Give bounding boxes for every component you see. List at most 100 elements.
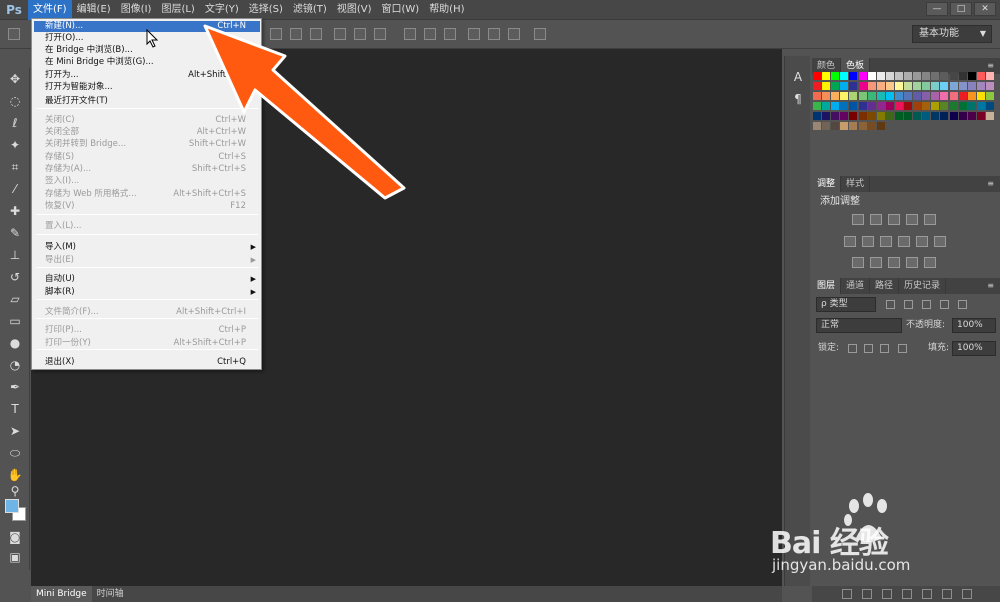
minimize-button[interactable]: — — [926, 2, 948, 16]
color-swatch[interactable] — [904, 92, 912, 100]
color-swatch[interactable] — [976, 82, 985, 90]
distribute-vcenter-icon[interactable] — [424, 28, 436, 40]
color-swatch[interactable] — [931, 72, 940, 80]
eyedropper-tool-icon[interactable]: ⁄ — [6, 180, 24, 198]
tab-timeline[interactable]: 时间轴 — [92, 586, 129, 602]
exposure-icon[interactable] — [906, 214, 918, 225]
color-swatch[interactable] — [840, 122, 849, 130]
color-swatch[interactable] — [940, 82, 949, 90]
selective-color-icon[interactable] — [924, 257, 936, 268]
opacity-field[interactable]: 100% — [952, 318, 996, 333]
color-swatch[interactable] — [813, 92, 821, 100]
crop-tool-icon[interactable]: ⌗ — [6, 158, 24, 176]
menu-file[interactable]: 文件(F) — [28, 0, 72, 20]
channel-mixer-icon[interactable] — [916, 236, 928, 247]
file-menu-item[interactable]: 导出(E) ▶ — [34, 255, 260, 266]
color-swatch[interactable] — [885, 112, 894, 120]
color-swatch[interactable] — [894, 72, 903, 80]
color-swatch[interactable] — [904, 72, 912, 80]
color-swatch[interactable] — [885, 102, 894, 110]
workspace-select[interactable]: 基本功能 ▼ — [912, 25, 992, 43]
color-swatch[interactable] — [885, 82, 894, 90]
color-swatch[interactable] — [876, 122, 885, 130]
color-swatch[interactable] — [876, 112, 885, 120]
color-swatch[interactable] — [967, 82, 976, 90]
file-menu-item[interactable]: 文件简介(F)... Alt+Shift+Ctrl+I — [34, 307, 260, 318]
color-swatch[interactable] — [894, 102, 903, 110]
color-swatch[interactable] — [876, 102, 885, 110]
color-swatch[interactable] — [822, 72, 831, 80]
color-swatch[interactable] — [849, 92, 858, 100]
color-swatch[interactable] — [913, 102, 922, 110]
healing-brush-tool-icon[interactable]: ✚ — [6, 202, 24, 220]
color-swatch[interactable] — [913, 82, 922, 90]
color-swatch[interactable] — [867, 92, 876, 100]
color-swatch[interactable] — [940, 92, 949, 100]
color-swatch[interactable] — [922, 92, 931, 100]
color-swatch[interactable] — [894, 82, 903, 90]
posterize-icon[interactable] — [870, 257, 882, 268]
color-swatch[interactable] — [831, 72, 840, 80]
color-swatch[interactable] — [840, 102, 849, 110]
lock-transparent-icon[interactable] — [848, 344, 857, 353]
color-swatch[interactable] — [958, 112, 967, 120]
color-swatch[interactable] — [840, 92, 849, 100]
tab-history[interactable]: 历史记录 — [899, 278, 947, 294]
new-layer-icon[interactable] — [942, 589, 952, 599]
color-swatch[interactable] — [813, 122, 821, 130]
menu-select[interactable]: 选择(S) — [244, 0, 288, 20]
new-group-icon[interactable] — [922, 589, 932, 599]
new-adjustment-icon[interactable] — [902, 589, 912, 599]
color-swatch[interactable] — [858, 112, 867, 120]
color-swatch[interactable] — [822, 122, 831, 130]
gradient-tool-icon[interactable]: ▭ — [6, 312, 24, 330]
color-swatch[interactable] — [985, 82, 994, 90]
character-panel-icon[interactable]: A — [791, 70, 805, 84]
lock-position-icon[interactable] — [880, 344, 889, 353]
color-swatch[interactable] — [940, 102, 949, 110]
menu-filter[interactable]: 滤镜(T) — [288, 0, 332, 20]
file-menu-item[interactable]: 关闭并转到 Bridge... Shift+Ctrl+W — [34, 139, 260, 150]
color-swatch[interactable] — [813, 112, 821, 120]
color-swatch[interactable] — [849, 102, 858, 110]
layer-style-icon[interactable] — [862, 589, 872, 599]
file-menu-item[interactable]: 置入(L)... — [34, 221, 260, 232]
foreground-color-swatch[interactable] — [5, 499, 19, 513]
blur-tool-icon[interactable]: ● — [6, 334, 24, 352]
color-swatch[interactable] — [849, 112, 858, 120]
tab-styles[interactable]: 样式 — [841, 176, 871, 192]
fill-field[interactable]: 100% — [952, 341, 996, 356]
file-menu-item[interactable]: 最近打开文件(T) — [34, 96, 260, 107]
color-swatch[interactable] — [822, 102, 831, 110]
color-swatch[interactable] — [949, 92, 958, 100]
color-swatch[interactable] — [958, 92, 967, 100]
color-swatch[interactable] — [958, 82, 967, 90]
invert-icon[interactable] — [852, 257, 864, 268]
marquee-tool-icon[interactable]: ◌ — [6, 92, 24, 110]
color-swatch[interactable] — [867, 82, 876, 90]
file-menu-item[interactable]: 存储为 Web 所用格式... Alt+Shift+Ctrl+S — [34, 189, 260, 200]
color-swatch[interactable] — [958, 72, 967, 80]
color-swatch[interactable] — [904, 102, 912, 110]
vibrance-icon[interactable] — [924, 214, 936, 225]
color-swatch[interactable] — [904, 112, 912, 120]
color-swatch[interactable] — [849, 122, 858, 130]
color-swatch[interactable] — [913, 92, 922, 100]
color-swatch[interactable] — [831, 122, 840, 130]
paragraph-panel-icon[interactable]: ¶ — [791, 92, 805, 106]
quick-select-tool-icon[interactable]: ✦ — [6, 136, 24, 154]
shape-tool-icon[interactable]: ⬭ — [6, 444, 24, 462]
file-menu-item[interactable]: 打开(O)... — [34, 33, 260, 44]
photo-filter-icon[interactable] — [898, 236, 910, 247]
color-swatch[interactable] — [922, 72, 931, 80]
color-swatch[interactable] — [913, 112, 922, 120]
color-swatch[interactable] — [858, 72, 867, 80]
move-tool-preset-icon[interactable] — [8, 28, 20, 40]
menu-view[interactable]: 视图(V) — [332, 0, 377, 20]
color-swatch[interactable] — [949, 102, 958, 110]
color-balance-icon[interactable] — [862, 236, 874, 247]
color-swatch[interactable] — [831, 102, 840, 110]
file-menu-item[interactable]: 存储(S) Ctrl+S — [34, 152, 260, 163]
color-swatch[interactable] — [867, 112, 876, 120]
menu-help[interactable]: 帮助(H) — [424, 0, 469, 20]
